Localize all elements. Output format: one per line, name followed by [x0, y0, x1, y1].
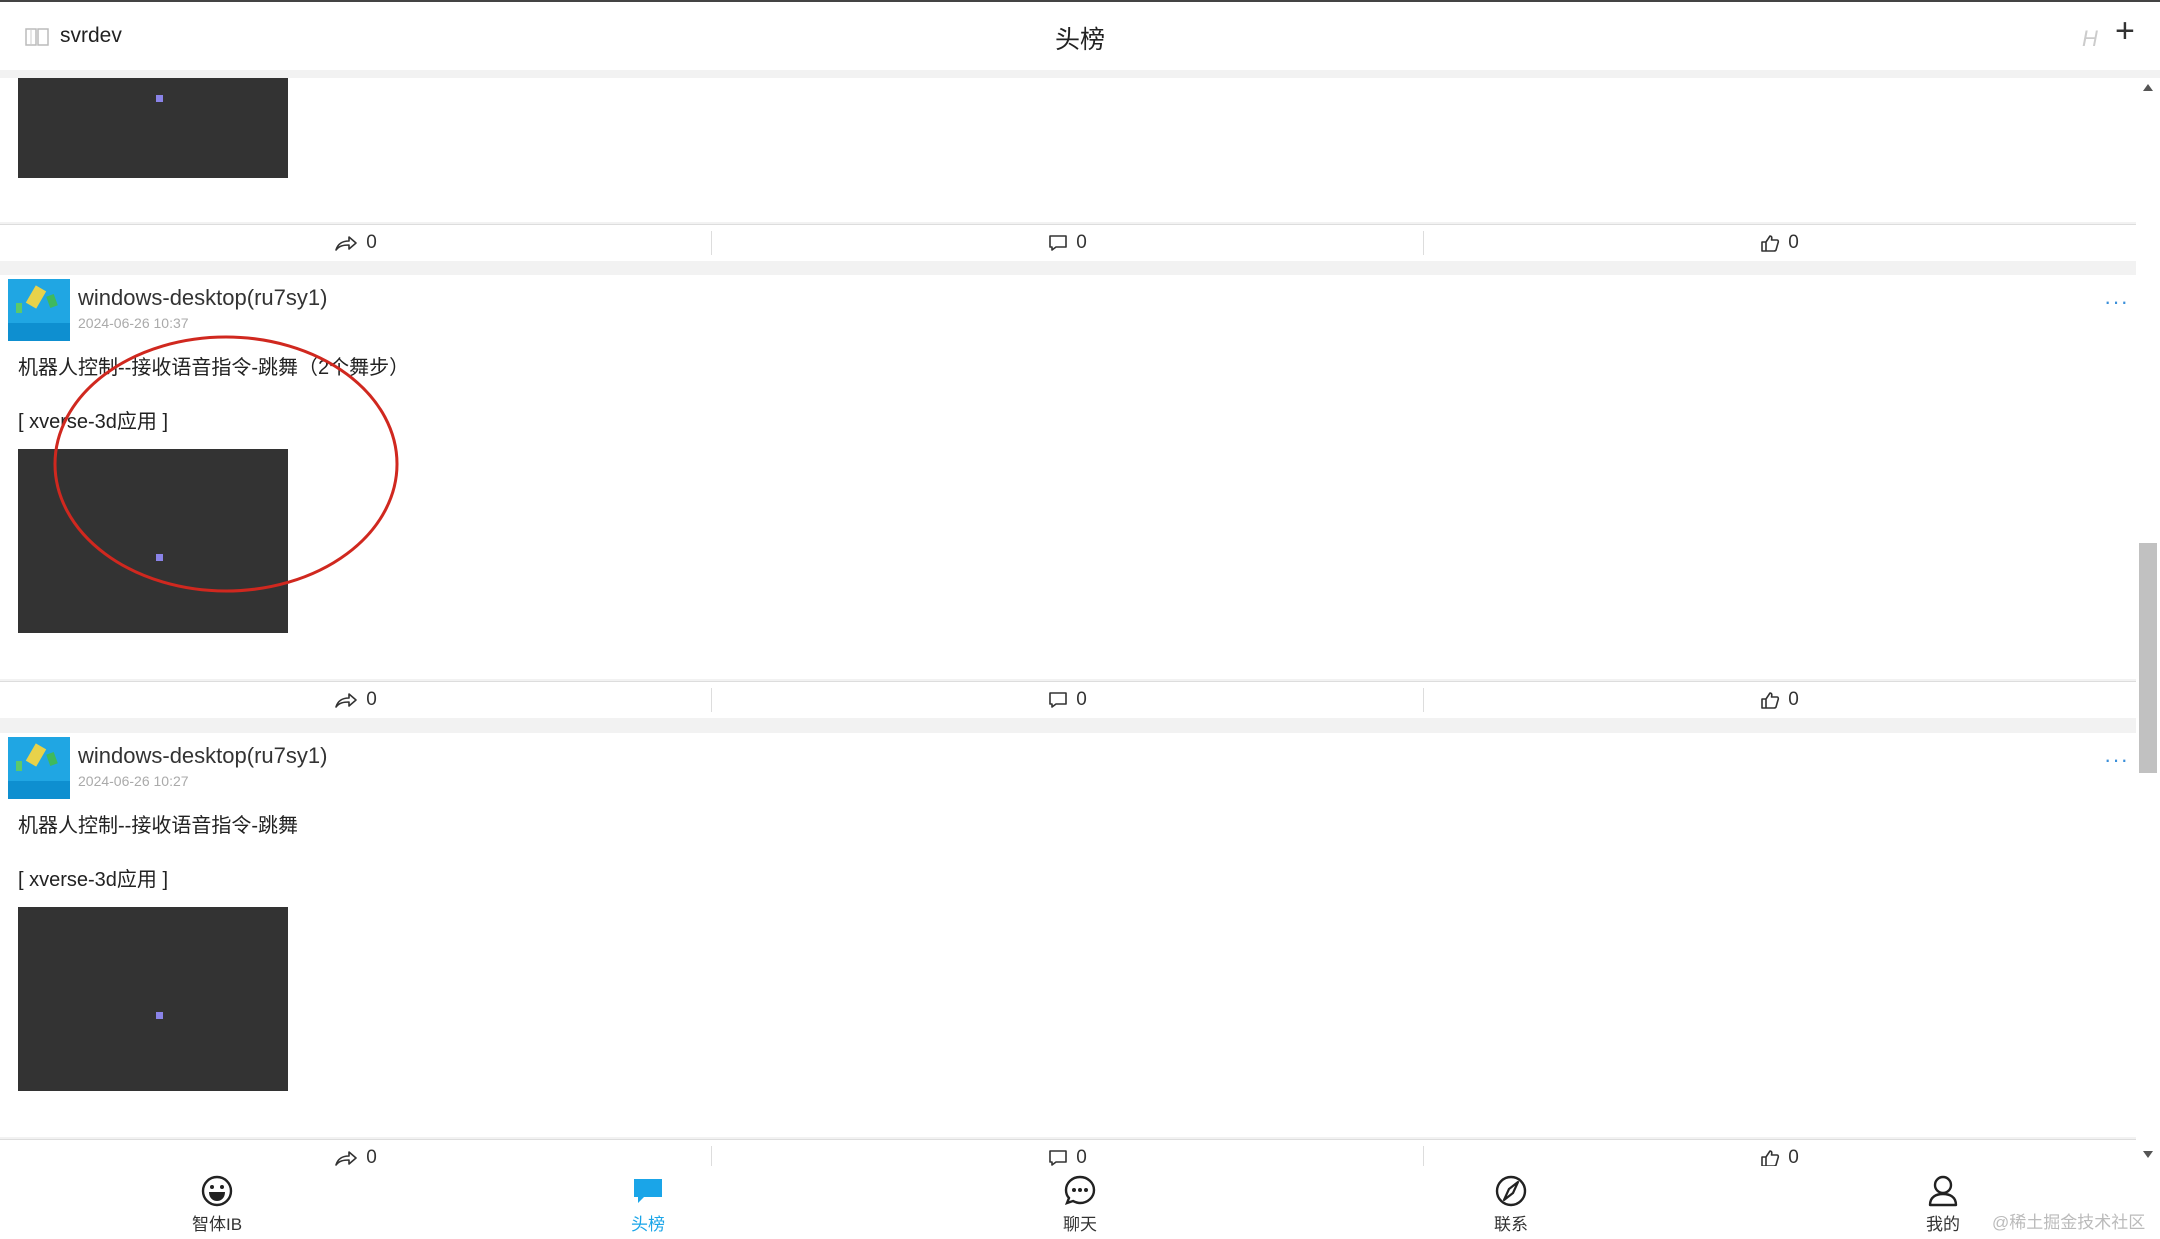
- add-icon[interactable]: +: [2115, 14, 2135, 48]
- compass-icon: [1495, 1175, 1527, 1207]
- chat-bubble-icon: [1064, 1175, 1096, 1205]
- nav-item-zhiti[interactable]: 智体IB: [157, 1174, 277, 1235]
- h-icon[interactable]: H: [2082, 26, 2098, 52]
- thumbs-up-icon: [1761, 692, 1780, 709]
- post-actions: 0 0 0: [0, 224, 2136, 261]
- scroll-up-icon[interactable]: [2143, 84, 2153, 91]
- post-header: windows-desktop(ru7sy1) 2024-06-26 10:27…: [0, 733, 2136, 803]
- comment-icon: [1049, 235, 1068, 251]
- post-card: [0, 78, 2136, 222]
- share-icon: [335, 693, 358, 708]
- user-icon: [1928, 1175, 1958, 1207]
- post-actions: 0 0 0: [0, 681, 2136, 718]
- thumbs-up-icon: [1761, 235, 1780, 252]
- share-icon: [335, 1151, 358, 1166]
- post-tag[interactable]: [ xverse-3d应用 ]: [18, 863, 168, 892]
- post-card: windows-desktop(ru7sy1) 2024-06-26 10:37…: [0, 275, 2136, 679]
- post-image[interactable]: [18, 907, 288, 1091]
- comment-button[interactable]: 0: [712, 682, 1423, 718]
- post-timestamp: 2024-06-26 10:27: [78, 773, 189, 789]
- post-image[interactable]: [18, 449, 288, 633]
- avatar[interactable]: [8, 737, 70, 799]
- post-timestamp: 2024-06-26 10:37: [78, 315, 189, 331]
- comment-icon: [1049, 692, 1068, 708]
- post-tag[interactable]: [ xverse-3d应用 ]: [18, 405, 168, 434]
- like-button[interactable]: 0: [1424, 225, 2135, 261]
- post-card: windows-desktop(ru7sy1) 2024-06-26 10:27…: [0, 733, 2136, 1137]
- watermark: @稀土掘金技术社区: [1992, 1213, 2146, 1232]
- thumbs-up-icon: [1761, 1150, 1780, 1166]
- share-icon: [335, 236, 358, 251]
- share-button[interactable]: 0: [0, 1140, 711, 1166]
- author-name[interactable]: windows-desktop(ru7sy1): [78, 285, 327, 311]
- post-actions: 0 0 0: [0, 1139, 2136, 1166]
- like-button[interactable]: 0: [1424, 1140, 2135, 1166]
- smiley-icon: [201, 1175, 233, 1207]
- scrollbar[interactable]: [2136, 78, 2160, 1166]
- share-button[interactable]: 0: [0, 225, 711, 261]
- scroll-thumb[interactable]: [2139, 543, 2157, 773]
- nav-item-toubang[interactable]: 头榜: [588, 1174, 708, 1235]
- more-options-icon[interactable]: ···: [2104, 289, 2129, 315]
- scroll-down-icon[interactable]: [2143, 1151, 2153, 1158]
- loading-dot: [156, 95, 163, 102]
- post-text: 机器人控制--接收语音指令-跳舞: [18, 815, 298, 837]
- post-header: windows-desktop(ru7sy1) 2024-06-26 10:37…: [0, 275, 2136, 345]
- nav-item-me[interactable]: 我的: [1883, 1174, 2003, 1235]
- comment-icon: [1049, 1150, 1068, 1166]
- bottom-nav: 智体IB 头榜 聊天 联系 我的: [0, 1166, 2160, 1239]
- loading-dot: [156, 554, 163, 561]
- nav-item-chat[interactable]: 聊天: [1020, 1174, 1140, 1235]
- top-bar: svrdev 头榜 H +: [0, 0, 2160, 70]
- like-button[interactable]: 0: [1424, 682, 2135, 718]
- message-square-icon: [634, 1179, 662, 1203]
- page-title: 头榜: [1054, 26, 1105, 54]
- nav-item-contacts[interactable]: 联系: [1451, 1174, 1571, 1235]
- feed: 0 0 0 windows-desktop(ru7sy1) 2024-06-26…: [0, 78, 2136, 1166]
- comment-button[interactable]: 0: [712, 225, 1423, 261]
- comment-button[interactable]: 0: [712, 1140, 1423, 1166]
- post-image[interactable]: [18, 78, 288, 178]
- share-button[interactable]: 0: [0, 682, 711, 718]
- loading-dot: [156, 1012, 163, 1019]
- post-text: 机器人控制--接收语音指令-跳舞（2个舞步）: [18, 357, 410, 379]
- more-options-icon[interactable]: ···: [2104, 747, 2129, 773]
- avatar[interactable]: [8, 279, 70, 341]
- author-name[interactable]: windows-desktop(ru7sy1): [78, 743, 327, 769]
